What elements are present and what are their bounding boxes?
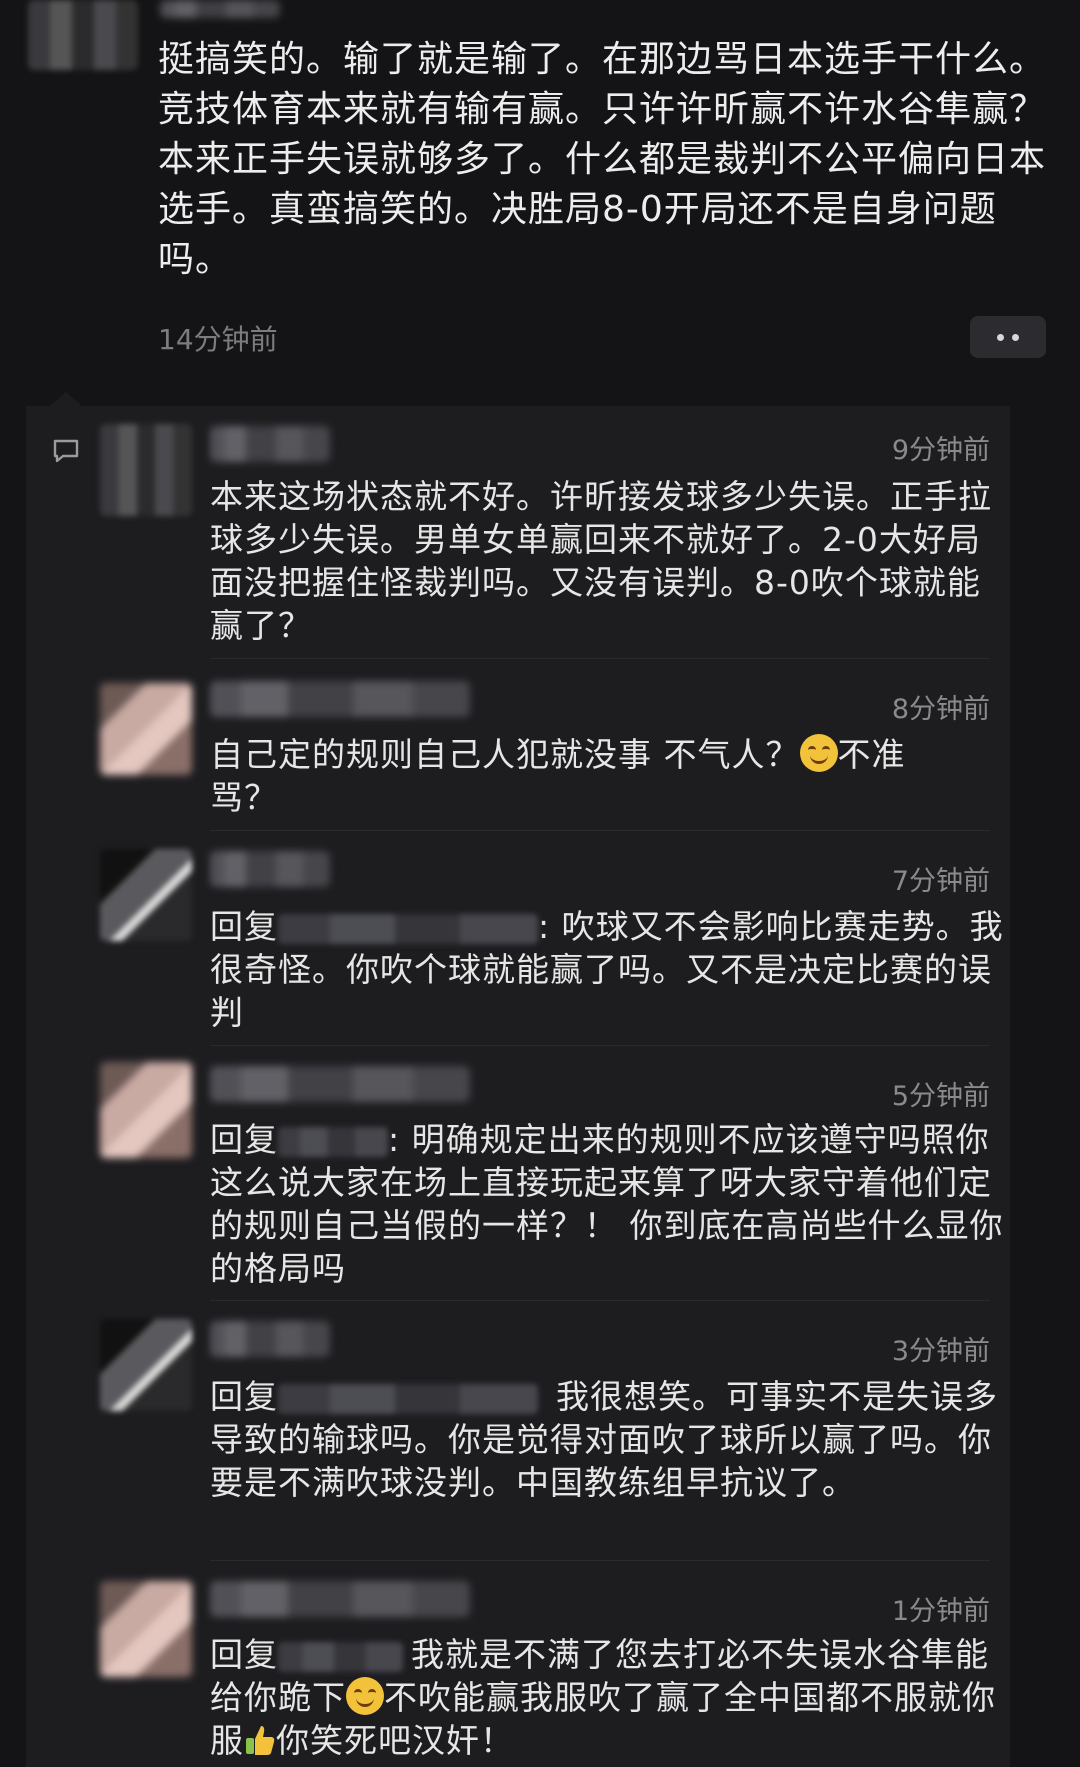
username-masked[interactable]: [210, 681, 470, 717]
reply-prefix: 回复: [210, 1635, 278, 1674]
thumbs-up-emoji-icon: [246, 1726, 275, 1755]
reply-time: 9分钟前: [891, 435, 990, 466]
avatar[interactable]: [100, 1062, 192, 1158]
reply-text: 本来这场状态就不好。许昕接发球多少失误。正手拉球多少失误。男单女单赢回来不就好了…: [210, 477, 992, 645]
avatar[interactable]: [100, 1319, 192, 1411]
avatar[interactable]: [100, 849, 192, 941]
smile-emoji-icon: [346, 1677, 384, 1715]
avatar[interactable]: [100, 1581, 192, 1677]
divider: [210, 830, 990, 831]
username-masked[interactable]: [160, 0, 280, 18]
reply-time: 5分钟前: [891, 1081, 990, 1112]
username-masked[interactable]: [210, 426, 330, 462]
username-masked[interactable]: [210, 1321, 330, 1357]
reply-prefix: 回复: [210, 1120, 278, 1159]
username-masked[interactable]: [210, 1581, 470, 1617]
reply-text-part: 自己定的规则自己人犯就没事 不气人？: [210, 735, 800, 774]
reply-text: 自己定的规则自己人犯就没事 不气人？ 不准骂？: [210, 733, 970, 819]
reply-text: 回复 我很想笑。可事实不是失误多导致的输球吗。你是觉得对面吹了球所以赢了吗。你要是…: [210, 1375, 1010, 1504]
avatar[interactable]: [100, 424, 192, 516]
divider: [210, 658, 990, 659]
reply-panel-caret: [50, 392, 82, 406]
divider: [210, 1300, 990, 1301]
reply-time: 8分钟前: [891, 694, 990, 725]
reply-text: 回复 我就是不满了您去打必不失误水谷隼能给你跪下 不吹能赢我服吹了赢了全中国都不服就…: [210, 1633, 1010, 1762]
reply-prefix: 回复: [210, 1377, 278, 1416]
mentioned-user-masked[interactable]: [278, 1641, 403, 1672]
avatar[interactable]: [28, 0, 138, 70]
smile-emoji-icon: [799, 734, 838, 772]
reply-text: 回复: 明确规定出来的规则不应该遵守吗照你这么说大家在场上直接玩起来算了呀大家守…: [210, 1118, 1010, 1290]
main-comment-text: 挺搞笑的。输了就是输了。在那边骂日本选手干什么。竞技体育本来就有输有赢。只许许昕…: [158, 39, 1047, 280]
reply-time: 1分钟前: [891, 1596, 990, 1627]
mentioned-user-masked[interactable]: [278, 1383, 538, 1414]
reply-text-part: 你笑死吧汉奸！: [276, 1721, 514, 1760]
reply-time: 7分钟前: [891, 866, 990, 897]
mentioned-user-masked[interactable]: [278, 1126, 388, 1157]
reply-time: 3分钟前: [891, 1336, 990, 1367]
reply-prefix: 回复: [210, 907, 278, 946]
more-dots-icon[interactable]: [970, 316, 1046, 358]
username-masked[interactable]: [210, 1066, 470, 1102]
main-comment-time: 14分钟前: [158, 323, 278, 356]
reply-text: 回复: 吹球又不会影响比赛走势。我很奇怪。你吹个球就能赢了吗。又不是决定比赛的误…: [210, 905, 1010, 1034]
comment-bubble-icon[interactable]: [52, 438, 80, 464]
username-masked[interactable]: [210, 851, 330, 887]
divider: [210, 1045, 990, 1046]
mentioned-user-masked[interactable]: [278, 913, 538, 944]
divider: [210, 1560, 990, 1561]
avatar[interactable]: [100, 683, 192, 775]
